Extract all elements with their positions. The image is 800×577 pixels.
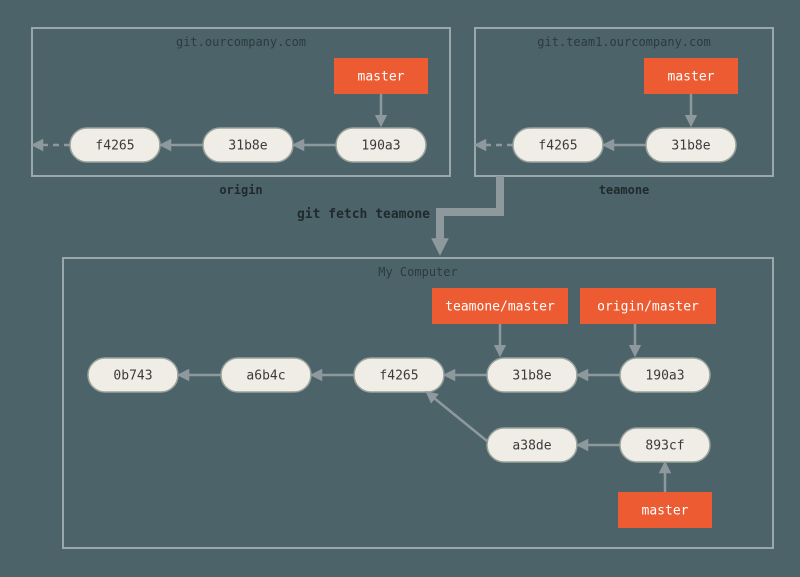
commit-node: 31b8e [203, 128, 293, 162]
arrow [434, 398, 487, 441]
commit-node: 190a3 [336, 128, 426, 162]
svg-text:f4265: f4265 [95, 139, 134, 154]
svg-text:31b8e: 31b8e [671, 139, 710, 154]
svg-text:f4265: f4265 [538, 139, 577, 154]
origin-footer: origin [219, 183, 262, 197]
commit-node: 893cf [620, 428, 710, 462]
commit-node: 31b8e [646, 128, 736, 162]
commit-node: f4265 [70, 128, 160, 162]
commit-node: a38de [487, 428, 577, 462]
fetch-arrow [440, 176, 500, 240]
teamone-ref-master-label: master [668, 70, 715, 85]
teamone-footer: teamone [599, 183, 650, 197]
commit-node: f4265 [513, 128, 603, 162]
svg-text:190a3: 190a3 [361, 139, 400, 154]
svg-text:a38de: a38de [512, 439, 551, 454]
local-ref-origin-master-label: origin/master [597, 300, 699, 315]
commit-node: 190a3 [620, 358, 710, 392]
teamone-title: git.team1.ourcompany.com [537, 35, 710, 49]
svg-text:31b8e: 31b8e [512, 369, 551, 384]
origin-ref-master-label: master [358, 70, 405, 85]
svg-text:a6b4c: a6b4c [246, 369, 285, 384]
svg-text:f4265: f4265 [379, 369, 418, 384]
local-ref-master-label: master [642, 504, 689, 519]
commit-node: 0b743 [88, 358, 178, 392]
commit-node: a6b4c [221, 358, 311, 392]
commit-node: 31b8e [487, 358, 577, 392]
svg-text:0b743: 0b743 [113, 369, 152, 384]
svg-text:190a3: 190a3 [645, 369, 684, 384]
local-title: My Computer [378, 265, 457, 279]
commit-node: f4265 [354, 358, 444, 392]
svg-text:31b8e: 31b8e [228, 139, 267, 154]
fetch-command: git fetch teamone [297, 207, 430, 222]
origin-title: git.ourcompany.com [176, 35, 306, 49]
local-ref-teamone-master-label: teamone/master [445, 300, 555, 315]
git-remote-diagram: git.ourcompany.com origin master f4265 3… [0, 0, 800, 577]
svg-text:893cf: 893cf [645, 439, 684, 454]
